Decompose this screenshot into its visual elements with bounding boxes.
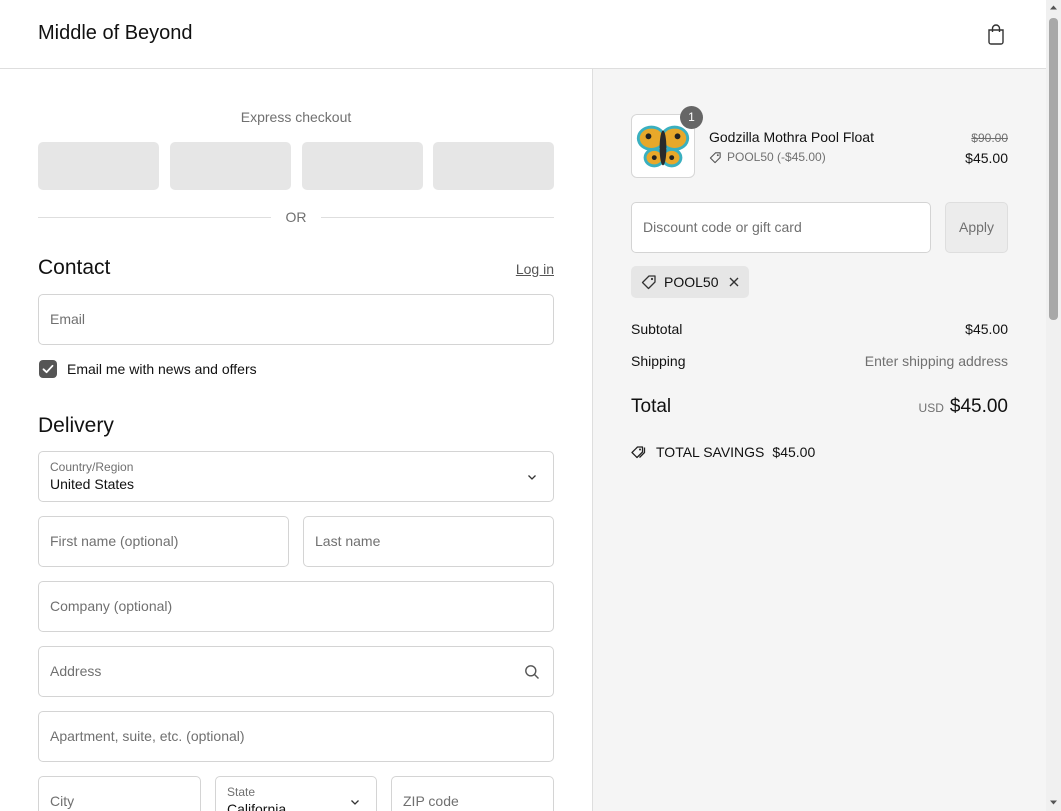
delivery-title: Delivery (38, 414, 114, 437)
shipping-value: Enter shipping address (864, 353, 1008, 369)
tag-icon (641, 275, 656, 290)
discount-placeholder: Discount code or gift card (643, 219, 802, 235)
product-discount-text: POOL50 (-$45.00) (727, 150, 826, 164)
scroll-down-arrow-icon[interactable] (1049, 798, 1058, 807)
first-name-field[interactable]: First name (optional) (38, 516, 289, 567)
product-discount: POOL50 (-$45.00) (709, 150, 826, 164)
order-summary: 1 Godzilla Mothra Pool Float POOL50 (-$4… (592, 69, 1046, 811)
or-divider-text: OR (285, 209, 307, 225)
checkout-form: Express checkout OR Contact Log in Email… (0, 69, 592, 811)
express-checkout-title: Express checkout (240, 109, 352, 125)
savings-value: $45.00 (772, 444, 816, 460)
scrollbar-thumb[interactable] (1049, 18, 1058, 320)
subtotal-value: $45.00 (965, 321, 1008, 337)
last-name-field[interactable]: Last name (303, 516, 554, 567)
city-placeholder: City (50, 793, 75, 809)
express-pay-button-2[interactable] (170, 142, 291, 190)
zip-placeholder: ZIP code (403, 793, 459, 809)
express-pay-button-1[interactable] (38, 142, 159, 190)
applied-code-text: POOL50 (664, 274, 719, 290)
chevron-down-icon (351, 800, 359, 805)
quantity-badge: 1 (680, 106, 703, 129)
zip-field[interactable]: ZIP code (391, 776, 554, 811)
state-label: State (227, 785, 256, 799)
state-select[interactable]: State California (215, 776, 377, 811)
discount-code-input[interactable]: Discount code or gift card (631, 202, 931, 253)
or-divider-left (38, 217, 271, 218)
express-pay-button-3[interactable] (302, 142, 423, 190)
company-field[interactable]: Company (optional) (38, 581, 554, 632)
first-name-placeholder: First name (optional) (50, 533, 179, 549)
newsletter-checkbox[interactable] (39, 360, 57, 378)
currency-code: USD (918, 401, 944, 415)
company-placeholder: Company (optional) (50, 598, 173, 614)
savings-tag-icon (631, 445, 646, 458)
page-scrollbar[interactable] (1046, 0, 1061, 811)
chevron-down-icon (528, 475, 536, 480)
subtotal-label: Subtotal (631, 321, 683, 337)
shipping-row: Shipping Enter shipping address (631, 353, 1008, 369)
search-icon (525, 665, 539, 679)
scroll-up-arrow-icon[interactable] (1049, 3, 1058, 12)
applied-discount-chip: POOL50 (631, 266, 749, 298)
total-value: $45.00 (949, 396, 1008, 417)
email-field[interactable]: Email (38, 294, 554, 345)
shipping-label: Shipping (631, 353, 686, 369)
country-select[interactable]: Country/Region United States (38, 451, 554, 502)
checkmark-icon (42, 364, 54, 374)
header: Middle of Beyond (0, 0, 1046, 69)
country-value: United States (50, 476, 135, 492)
address-placeholder: Address (50, 663, 102, 679)
apply-button[interactable]: Apply (945, 202, 1008, 253)
address-field[interactable]: Address (38, 646, 554, 697)
product-name: Godzilla Mothra Pool Float (709, 129, 874, 145)
close-icon[interactable] (727, 275, 741, 289)
total-value-group: USD $45.00 (919, 396, 1008, 418)
shopping-bag-icon[interactable] (985, 23, 1007, 45)
state-value: California (227, 801, 287, 811)
original-price: $90.00 (971, 131, 1008, 145)
store-name[interactable]: Middle of Beyond (38, 22, 193, 45)
contact-title: Contact (38, 256, 111, 279)
or-divider-right (321, 217, 554, 218)
express-pay-button-4[interactable] (433, 142, 554, 190)
city-field[interactable]: City (38, 776, 201, 811)
total-savings: TOTAL SAVINGS $45.00 (631, 444, 815, 460)
login-link[interactable]: Log in (500, 261, 554, 277)
product-price: $45.00 (965, 150, 1008, 166)
last-name-placeholder: Last name (315, 533, 381, 549)
subtotal-row: Subtotal $45.00 (631, 321, 1008, 337)
tag-icon (709, 151, 721, 163)
country-label: Country/Region (50, 460, 134, 474)
savings-label: TOTAL SAVINGS (656, 444, 765, 460)
email-placeholder: Email (50, 311, 86, 327)
newsletter-label[interactable]: Email me with news and offers (67, 361, 257, 377)
total-label: Total (631, 396, 672, 417)
apartment-field[interactable]: Apartment, suite, etc. (optional) (38, 711, 554, 762)
apartment-placeholder: Apartment, suite, etc. (optional) (50, 728, 245, 744)
